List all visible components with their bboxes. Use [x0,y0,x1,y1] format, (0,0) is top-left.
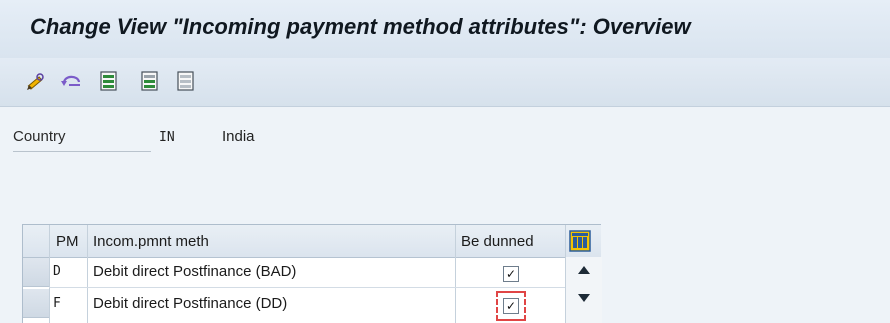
table-settings-button[interactable] [569,230,591,252]
row-pm-code: D [53,264,61,279]
table-settings-icon [569,230,591,252]
column-divider [455,225,456,323]
select-block-icon [141,71,158,91]
arrow-up-icon [578,266,590,274]
row-pm-code: F [53,296,61,311]
row-divider [49,287,565,288]
undo-button[interactable] [60,69,84,93]
select-all-button[interactable] [97,69,121,93]
column-divider [49,225,50,323]
edit-pencil-icon [27,73,44,90]
be-dunned-checkbox[interactable]: ✓ [503,266,519,282]
title-bar: Change View "Incoming payment method att… [0,0,890,59]
row-selector[interactable] [23,289,49,318]
undo-change-icon [61,75,81,86]
row-selector[interactable] [23,258,49,287]
column-divider [87,225,88,323]
row-method-description: Debit direct Postfinance (BAD) [93,263,297,280]
column-header-be-dunned[interactable]: Be dunned [461,233,534,250]
select-all-icon [100,71,117,91]
select-block-button[interactable] [138,69,162,93]
deselect-all-button[interactable] [174,69,198,93]
deselect-all-icon [177,71,194,91]
table-header: PM Incom.pmnt meth Be dunned [23,225,601,258]
application-toolbar [0,58,890,107]
country-name-value: India [222,128,255,145]
row-method-description: Debit direct Postfinance (DD) [93,295,288,312]
arrow-down-icon [578,294,590,302]
payment-method-table: PM Incom.pmnt meth Be dunned D Debit dir… [22,224,602,323]
country-code-value: IN [159,130,175,145]
column-divider [565,225,566,257]
edit-button[interactable] [24,69,48,93]
column-header-incoming-method[interactable]: Incom.pmnt meth [93,233,209,250]
scroll-up-button[interactable] [576,262,592,278]
column-header-pm[interactable]: PM [56,233,79,250]
table-vertical-scrollbar[interactable] [565,257,602,323]
country-label: Country [13,128,151,152]
be-dunned-checkbox[interactable]: ✓ [503,298,519,314]
window-title: Change View "Incoming payment method att… [30,14,691,39]
scroll-down-button[interactable] [576,290,592,306]
